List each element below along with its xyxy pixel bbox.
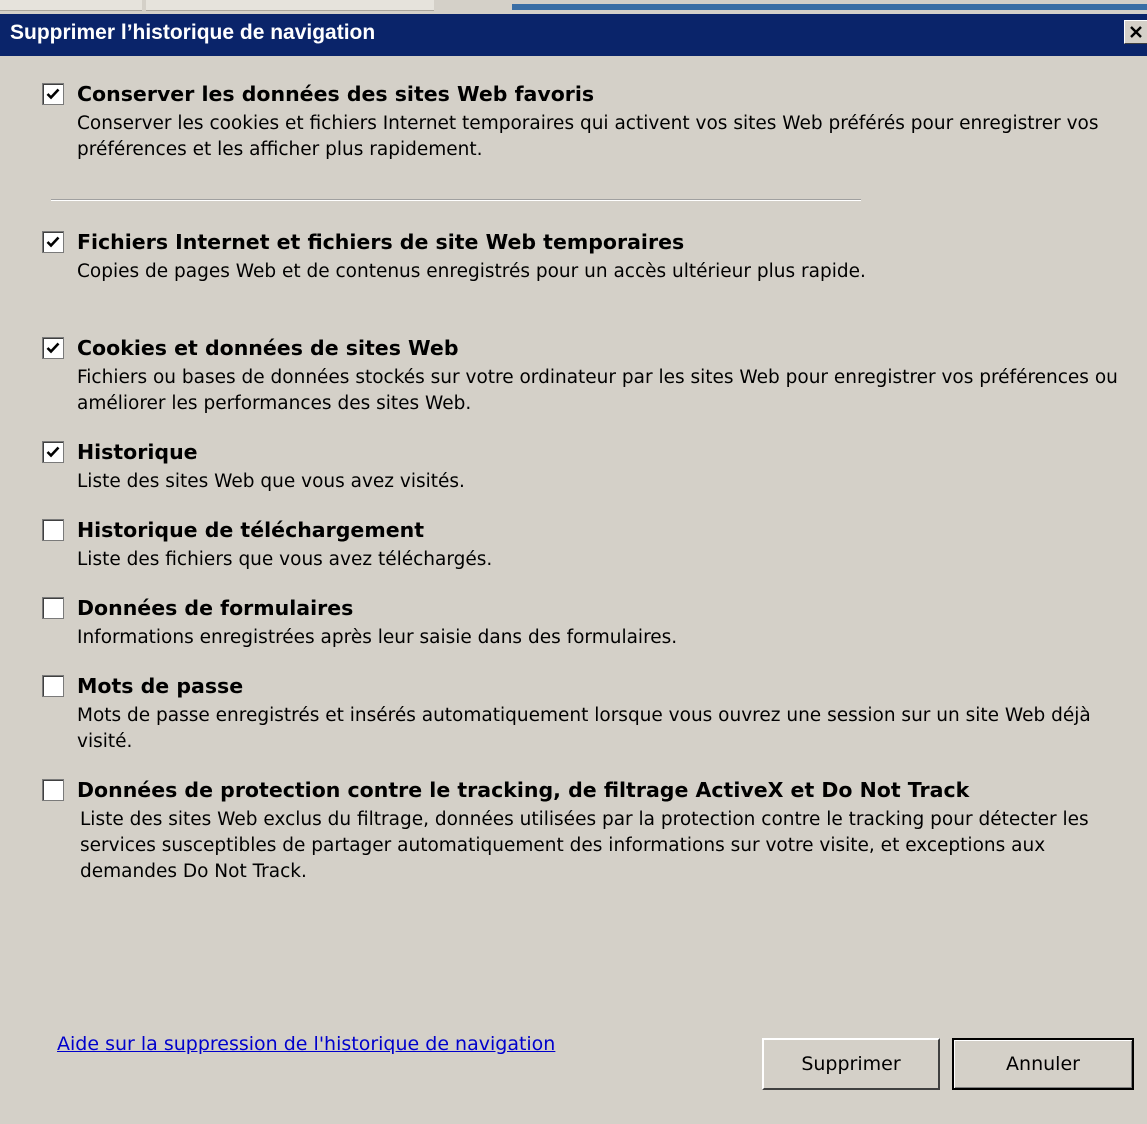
form-data-checkbox[interactable] bbox=[42, 597, 64, 619]
download-history-checkbox[interactable] bbox=[42, 519, 64, 541]
dialog-title: Supprimer l’historique de navigation bbox=[10, 21, 376, 44]
option-title[interactable]: Fichiers Internet et fichiers de site We… bbox=[77, 228, 684, 256]
checkmark-icon bbox=[46, 88, 60, 100]
checkmark-icon bbox=[46, 342, 60, 354]
cookies-checkbox[interactable] bbox=[42, 337, 64, 359]
checkmark-icon bbox=[46, 446, 60, 458]
background-window-edge bbox=[512, 4, 1147, 10]
keep-favorites-checkbox[interactable] bbox=[42, 83, 64, 105]
option-title[interactable]: Mots de passe bbox=[77, 672, 243, 700]
option-description: Copies de pages Web et de contenus enreg… bbox=[77, 261, 866, 282]
separator bbox=[51, 199, 861, 201]
option-title[interactable]: Conserver les données des sites Web favo… bbox=[77, 80, 594, 108]
close-icon bbox=[1130, 26, 1142, 38]
cancel-button[interactable]: Annuler bbox=[952, 1038, 1134, 1090]
temp-files-checkbox[interactable] bbox=[42, 231, 64, 253]
option-title[interactable]: Historique bbox=[77, 438, 198, 466]
option-title[interactable]: Données de protection contre le tracking… bbox=[77, 776, 969, 804]
option-description: Mots de passe enregistrés et insérés aut… bbox=[77, 705, 1091, 752]
background-tab bbox=[0, 0, 142, 11]
option-title[interactable]: Données de formulaires bbox=[77, 594, 353, 622]
background-window-strip bbox=[0, 0, 1147, 14]
delete-button[interactable]: Supprimer bbox=[762, 1038, 940, 1090]
passwords-checkbox[interactable] bbox=[42, 675, 64, 697]
option-title[interactable]: Historique de téléchargement bbox=[77, 516, 424, 544]
help-link[interactable]: Aide sur la suppression de l'historique … bbox=[57, 1033, 555, 1055]
option-description: Fichiers ou bases de données stockés sur… bbox=[77, 367, 1118, 414]
tracking-protection-checkbox[interactable] bbox=[42, 779, 64, 801]
dialog-titlebar[interactable]: Supprimer l’historique de navigation bbox=[0, 14, 1147, 56]
option-description: Liste des sites Web que vous avez visité… bbox=[77, 471, 465, 492]
option-description: Informations enregistrées après leur sai… bbox=[77, 627, 678, 648]
option-title[interactable]: Cookies et données de sites Web bbox=[77, 334, 459, 362]
checkmark-icon bbox=[46, 236, 60, 248]
option-description: Liste des fichiers que vous avez télécha… bbox=[77, 549, 493, 570]
history-checkbox[interactable] bbox=[42, 441, 64, 463]
background-tab bbox=[146, 0, 434, 11]
close-button[interactable] bbox=[1124, 20, 1147, 44]
option-description: Conserver les cookies et fichiers Intern… bbox=[77, 113, 1099, 160]
option-description: Liste des sites Web exclus du filtrage, … bbox=[80, 809, 1089, 882]
